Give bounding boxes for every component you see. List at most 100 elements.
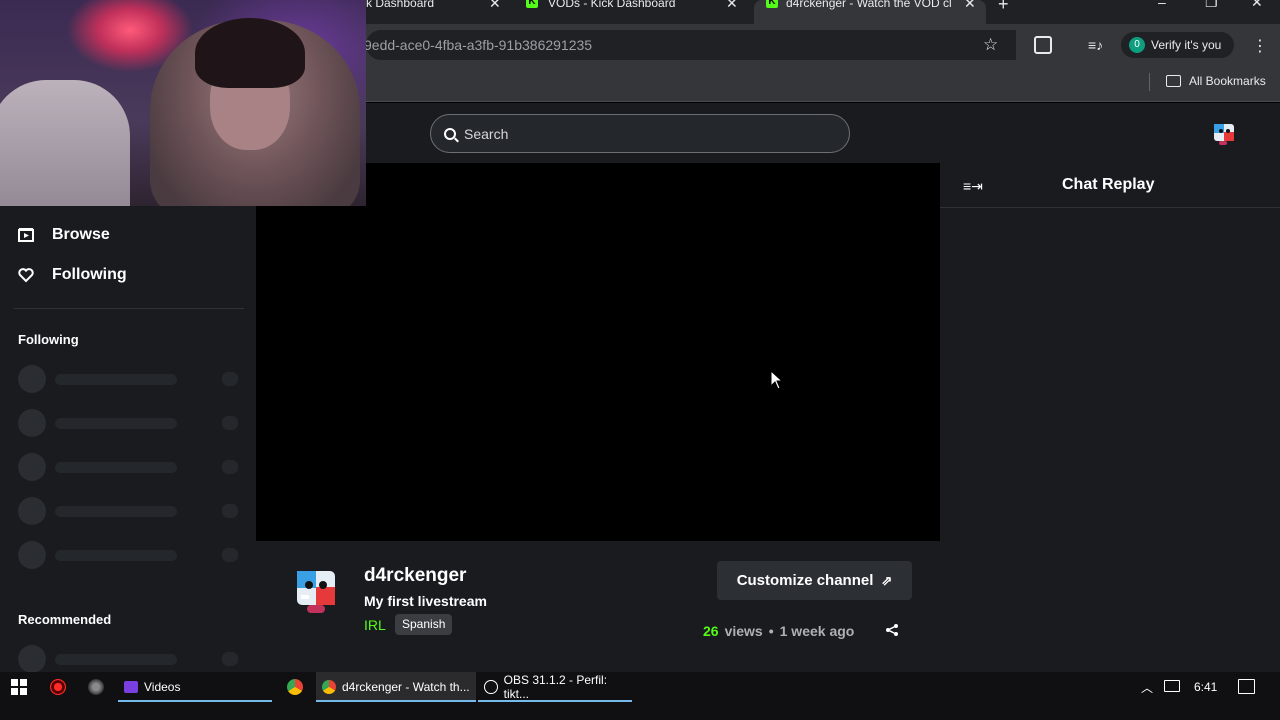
customize-channel-button[interactable]: Customize channel ⇗	[717, 561, 912, 600]
kick-favicon-icon: K	[766, 0, 778, 8]
category-link[interactable]: IRL	[364, 617, 386, 633]
tab-close-icon[interactable]: ✕	[726, 0, 738, 12]
list-item	[18, 541, 240, 569]
skeleton-text	[55, 654, 177, 665]
video-player[interactable]	[256, 163, 940, 541]
skeleton-avatar	[18, 645, 46, 673]
sidebar-divider	[14, 308, 244, 309]
folder-icon	[1166, 75, 1181, 87]
taskbar-app-videos[interactable]: Videos	[118, 672, 272, 702]
window-close-icon[interactable]: ✕	[1251, 0, 1263, 11]
stream-title: My first livestream	[364, 593, 487, 609]
skeleton-text	[55, 506, 177, 517]
sidebar-item-label: Following	[52, 266, 127, 283]
tab-vods-dashboard[interactable]: K VODs - Kick Dashboard ✕	[514, 0, 754, 24]
tab-close-icon[interactable]: ✕	[964, 0, 976, 12]
user-avatar[interactable]	[1211, 120, 1237, 146]
taskbar-app-label: OBS 31.1.2 - Perfil: tikt...	[503, 673, 608, 701]
restore-icon[interactable]: ❐	[1205, 0, 1218, 11]
taskbar-clock[interactable]: 6:41	[1194, 680, 1217, 694]
skeleton-badge	[222, 372, 238, 386]
tab-watch-vod[interactable]: K d4rckenger - Watch the VOD cl ✕	[754, 0, 986, 24]
tray-chevron-up-icon[interactable]: ︿	[1141, 679, 1153, 696]
chrome-icon[interactable]	[287, 679, 303, 695]
profile-avatar-icon: 0	[1129, 37, 1145, 53]
skeleton-text	[55, 374, 177, 385]
verify-profile-button[interactable]: 0 Verify it's you	[1121, 32, 1234, 58]
collapse-chat-icon[interactable]: ≡⇥	[963, 178, 983, 195]
all-bookmarks-button[interactable]: All Bookmarks	[1166, 74, 1266, 88]
tab-title: k Dashboard	[366, 0, 435, 10]
views-label: views	[724, 623, 763, 639]
skeleton-text	[55, 418, 177, 429]
chrome-icon	[322, 680, 336, 694]
list-item	[18, 365, 240, 393]
settings-gear-icon[interactable]	[88, 679, 104, 695]
tab-title: VODs - Kick Dashboard	[548, 0, 676, 10]
customize-channel-label: Customize channel	[736, 572, 874, 589]
kick-favicon-icon: K	[526, 0, 538, 8]
skeleton-badge	[222, 548, 238, 562]
external-link-icon: ⇗	[881, 572, 893, 588]
skeleton-avatar	[18, 453, 46, 481]
webcam-hair	[195, 18, 305, 88]
all-bookmarks-label: All Bookmarks	[1189, 74, 1266, 88]
webcam-overlay	[0, 0, 366, 206]
list-item	[18, 453, 240, 481]
following-heading: Following	[18, 332, 79, 347]
sidebar-item-label: Browse	[52, 226, 110, 243]
obs-icon	[484, 680, 498, 694]
active-indicator	[316, 700, 476, 702]
skeleton-badge	[222, 504, 238, 518]
search-input[interactable]	[464, 125, 824, 142]
chat-title: Chat Replay	[1062, 176, 1155, 193]
recommended-heading: Recommended	[18, 612, 112, 627]
tab-close-icon[interactable]: ✕	[489, 0, 501, 12]
skeleton-avatar	[18, 541, 46, 569]
verify-label: Verify it's you	[1151, 38, 1222, 52]
skeleton-badge	[222, 460, 238, 474]
taskbar-app-label: Videos	[144, 680, 181, 694]
sidebar-item-browse[interactable]: Browse	[18, 226, 110, 244]
taskbar-app-obs[interactable]: OBS 31.1.2 - Perfil: tikt...	[478, 672, 632, 702]
skeleton-text	[55, 462, 177, 473]
channel-name[interactable]: d4rckenger	[364, 565, 466, 587]
skeleton-avatar	[18, 497, 46, 525]
search-bar[interactable]	[430, 114, 850, 153]
new-tab-button[interactable]: +	[998, 0, 1009, 15]
channel-avatar[interactable]	[291, 565, 343, 617]
active-indicator	[478, 700, 632, 702]
extensions-icon[interactable]	[1034, 36, 1052, 54]
share-icon[interactable]	[885, 623, 899, 637]
notification-center-icon[interactable]	[1238, 679, 1255, 694]
mouse-cursor-icon	[770, 370, 784, 390]
taskbar-app-label: d4rckenger - Watch th...	[342, 680, 470, 694]
bookmark-star-icon[interactable]: ☆	[983, 35, 998, 55]
bookmarks-divider	[1149, 73, 1150, 91]
skeleton-text	[55, 550, 177, 561]
view-stats: 26 views • 1 week ago	[703, 623, 854, 639]
network-icon[interactable]	[1164, 680, 1180, 692]
taskbar-app-chrome-window[interactable]: d4rckenger - Watch th...	[316, 672, 476, 702]
record-app-icon[interactable]	[50, 679, 66, 695]
minimize-icon[interactable]: –	[1158, 0, 1166, 10]
list-item	[18, 645, 240, 673]
vod-age: 1 week ago	[779, 623, 855, 639]
heart-icon	[18, 268, 34, 283]
search-icon	[444, 127, 456, 140]
videos-app-icon	[124, 681, 138, 693]
tab-kick-dashboard[interactable]: k Dashboard ✕	[366, 0, 514, 24]
sidebar-item-following[interactable]: Following	[18, 266, 127, 284]
skeleton-badge	[222, 652, 238, 666]
active-indicator	[118, 700, 272, 702]
skeleton-avatar	[18, 409, 46, 437]
chat-panel	[940, 163, 1280, 672]
list-item	[18, 409, 240, 437]
windows-start-icon[interactable]	[11, 679, 27, 695]
browser-menu-icon[interactable]: ⋮	[1252, 36, 1268, 56]
language-badge[interactable]: Spanish	[395, 614, 453, 635]
tab-title: d4rckenger - Watch the VOD cl	[786, 0, 952, 10]
webcam-person-left	[0, 80, 130, 206]
url-text[interactable]: 9edd-ace0-4fba-a3fb-91b386291235	[364, 37, 592, 53]
media-controls-icon[interactable]: ≡♪	[1088, 37, 1103, 53]
